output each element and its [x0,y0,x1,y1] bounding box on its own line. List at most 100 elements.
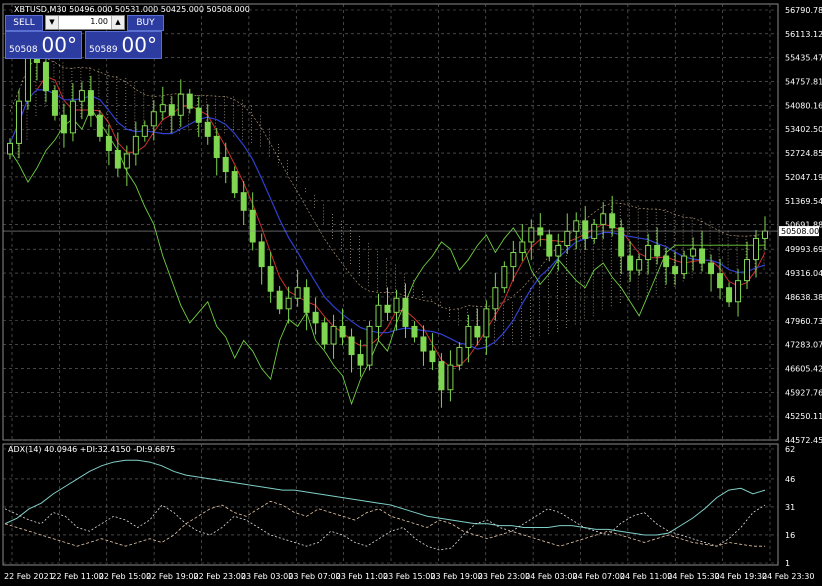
candle-body [276,290,283,310]
candle-body [15,100,22,144]
buy-price-small: 50589 [89,45,118,55]
price-tick-label: 49316.040 [785,269,822,278]
time-axis: 22 Feb 202122 Feb 11:0022 Feb 15:0022 Fe… [4,572,814,581]
adx-tick-label: 16 [785,531,795,540]
price-tick-label: 55435.470 [785,54,822,63]
candle-body [267,266,274,292]
candle-body [681,255,688,275]
candle-body [51,90,58,116]
time-tick-label: 22 Feb 23:00 [194,572,246,581]
candle-body [141,125,148,137]
sell-price-box[interactable]: 50508 00° [5,31,82,59]
candle-body [645,244,652,261]
candle-body [555,244,562,257]
time-tick-label: 24 Feb 15:30 [667,572,719,581]
candle-body [150,111,157,127]
price-tick-label: 56790.780 [785,6,822,15]
price-chart[interactable]: 56790.780 56113.125 55435.470 54757.815 5408… [0,0,822,586]
candle-body [663,255,670,268]
time-tick-label: 22 Feb 11:00 [51,572,103,581]
adx-tick-label: 46 [785,475,795,484]
candle-body [105,135,112,151]
candle-body [717,273,724,289]
price-tick-label: 45927.765 [785,388,822,397]
candle-body [132,135,139,155]
candle-body [357,354,364,366]
time-tick-label: 22 Feb 19:00 [146,572,198,581]
price-tick-label: 46605.420 [785,364,822,373]
candle-body [123,153,130,169]
candle-body [321,322,328,345]
increase-lot-icon[interactable]: ▲ [111,16,124,29]
candle-body [384,304,391,313]
lot-size-value: 1.00 [90,17,108,26]
adx-axis: 62 46 31 16 1 [785,445,795,568]
candle-body [609,213,616,229]
candle-body [753,237,760,261]
candle-body [744,259,751,282]
time-tick-label: 23 Feb 11:00 [336,572,388,581]
candle-body [330,325,337,345]
candle-body [672,266,679,275]
one-click-trading-panel: SELL ▼ 1.00 ▲ BUY 50508 00° 50589 00° [5,15,164,59]
candle-body [402,297,409,327]
price-tick-label: 48638.385 [785,293,822,302]
decrease-lot-icon[interactable]: ▼ [46,16,59,29]
price-tick-label: 56113.125 [785,30,822,39]
candle-body [708,262,715,275]
buy-price-big: 00° [121,33,157,57]
candle-body [600,213,607,225]
candle-body [24,51,31,102]
candle-body [375,304,382,327]
candle-body [339,325,346,338]
candle-body [447,364,454,391]
candle-body [456,347,463,366]
main-chart-frame [2,3,779,441]
candle-body [159,104,166,113]
price-tick-label: 49993.695 [785,245,822,254]
candle-body [564,230,571,246]
price-tick-label: 54757.815 [785,78,822,87]
sell-button[interactable]: SELL [5,15,43,31]
candle-body [618,227,625,257]
time-tick-label: 23 Feb 07:00 [288,572,340,581]
candle-body [438,361,445,391]
time-tick-label: 24 Feb 07:00 [573,572,625,581]
current-price-label: 50508.000 [781,227,822,236]
candle-body [627,255,634,271]
candle-body [762,230,768,239]
buy-button[interactable]: BUY [127,15,164,31]
candle-body [312,311,319,324]
time-tick-label: 24 Feb 03:00 [525,572,577,581]
candle-body [393,297,400,313]
candle-body [519,241,526,254]
candle-body [573,220,580,232]
candle-body [231,171,238,194]
candle-body [303,287,310,313]
candle-body [429,350,436,363]
price-tick-label: 44572.455 [785,436,822,445]
candle-body [177,93,184,116]
candle-body [285,297,292,310]
price-tick-label: 47960.730 [785,317,822,326]
candle-body [690,248,697,257]
buy-price-box[interactable]: 50589 00° [85,31,162,59]
candle-body [60,114,67,134]
candle-body [222,156,229,173]
candle-body [7,142,13,155]
price-tick-label: 45250.110 [785,412,822,421]
price-tick-label: 53402.505 [785,125,822,134]
candle-body [294,287,301,299]
lot-size-input[interactable]: ▼ 1.00 ▲ [45,15,125,30]
sell-price-big: 00° [41,33,77,57]
candle-body [114,149,121,169]
candle-body [465,325,472,349]
time-tick-label: 23 Feb 19:00 [430,572,482,581]
candle-body [411,325,418,338]
price-tick-label: 47283.075 [785,341,822,350]
candle-body [258,241,265,268]
time-tick-label: 23 Feb 15:00 [383,572,435,581]
candle-body [213,135,220,158]
candle-body [168,104,175,116]
price-tick-label: 52724.850 [785,149,822,158]
